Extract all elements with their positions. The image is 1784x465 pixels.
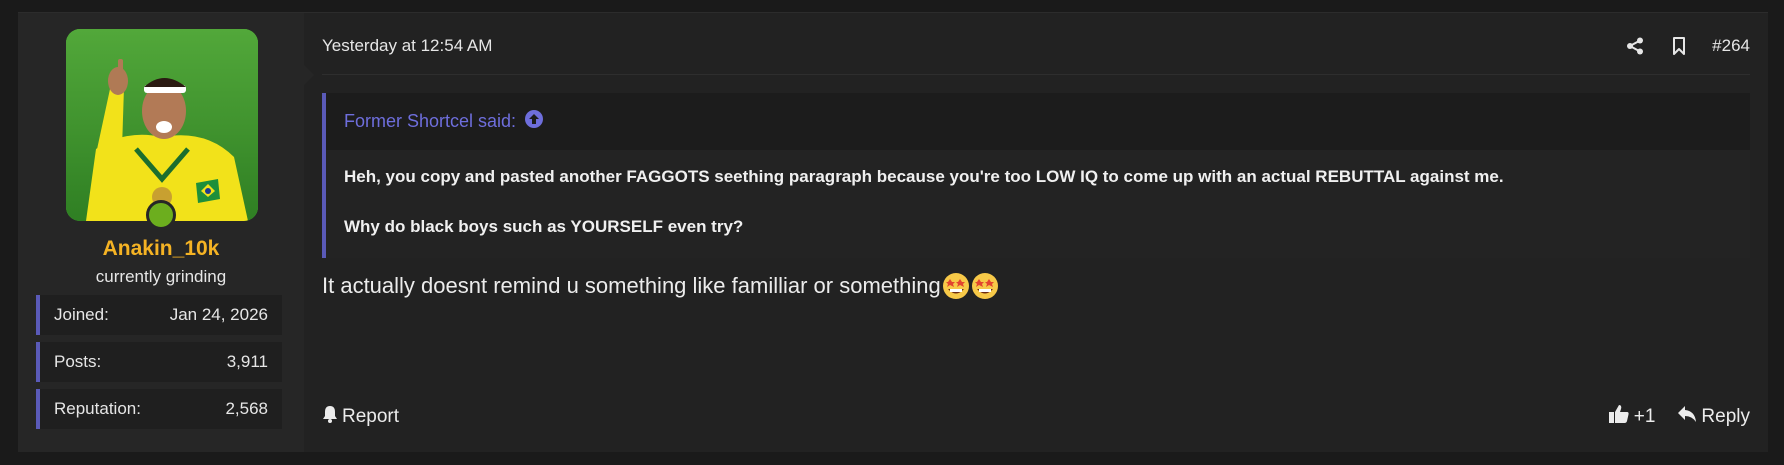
username[interactable]: Anakin_10k <box>18 237 304 261</box>
stat-label: Reputation: <box>54 399 141 418</box>
stat-posts: Posts: 3,911 <box>36 342 282 382</box>
avatar-wrapper <box>66 29 258 230</box>
stat-joined: Joined: Jan 24, 2026 <box>36 295 282 335</box>
bell-icon <box>322 405 338 429</box>
stat-label: Posts: <box>54 352 102 371</box>
grinning-star-eyes-emoji <box>942 272 970 300</box>
report-label: Report <box>342 406 400 427</box>
reply-arrow-icon <box>1677 405 1697 429</box>
reply-label: Reply <box>1701 406 1750 427</box>
share-icon[interactable] <box>1624 35 1646 57</box>
like-button[interactable]: +1 <box>1608 404 1656 430</box>
user-info-column: Anakin_10k currently grinding Joined: Ja… <box>18 13 314 452</box>
like-count: +1 <box>1633 406 1656 427</box>
post-number-link[interactable]: #264 <box>1712 36 1750 56</box>
message-text: It actually doesnt remind u something li… <box>322 273 941 298</box>
reply-button[interactable]: Reply <box>1677 405 1750 429</box>
stat-value: 3,911 <box>226 352 268 371</box>
post-footer: Report +1 Reply <box>322 402 1750 432</box>
avatar[interactable] <box>66 29 258 221</box>
arrow-up-circle-icon[interactable] <box>524 109 544 134</box>
quote-header: Former Shortcel said: <box>326 93 1750 150</box>
avatar-image <box>66 29 258 221</box>
stat-value: 2,568 <box>225 399 268 418</box>
user-stats: Joined: Jan 24, 2026 Posts: 3,911 Reputa… <box>36 295 282 436</box>
footer-actions: +1 Reply <box>1608 404 1750 430</box>
thumbs-up-icon <box>1608 404 1630 430</box>
quote-author[interactable]: Former Shortcel said: <box>344 111 516 132</box>
post-date[interactable]: Yesterday at 12:54 AM <box>322 36 492 56</box>
grinning-star-eyes-emoji <box>971 272 999 300</box>
post-header-actions: #264 <box>1624 35 1750 57</box>
stat-reputation: Reputation: 2,568 <box>36 389 282 429</box>
quote-line-1: Heh, you copy and pasted another FAGGOTS… <box>344 167 1504 186</box>
quote-body: Heh, you copy and pasted another FAGGOTS… <box>326 150 1750 258</box>
stat-value: Jan 24, 2026 <box>169 305 268 324</box>
post-message: It actually doesnt remind u something li… <box>322 272 1750 300</box>
online-status-indicator <box>146 200 176 230</box>
bookmark-icon[interactable] <box>1668 35 1690 57</box>
forum-post: Anakin_10k currently grinding Joined: Ja… <box>18 12 1768 452</box>
post-header: Yesterday at 12:54 AM #264 <box>322 13 1750 75</box>
quote-line-2: Why do black boys such as YOURSELF even … <box>344 217 744 236</box>
stat-label: Joined: <box>54 305 109 324</box>
report-button[interactable]: Report <box>322 405 399 429</box>
quote-block: Former Shortcel said: Heh, you copy and … <box>322 93 1750 258</box>
post-main: Yesterday at 12:54 AM #264 Former Shortc… <box>304 13 1768 452</box>
user-title: currently grinding <box>95 267 227 286</box>
